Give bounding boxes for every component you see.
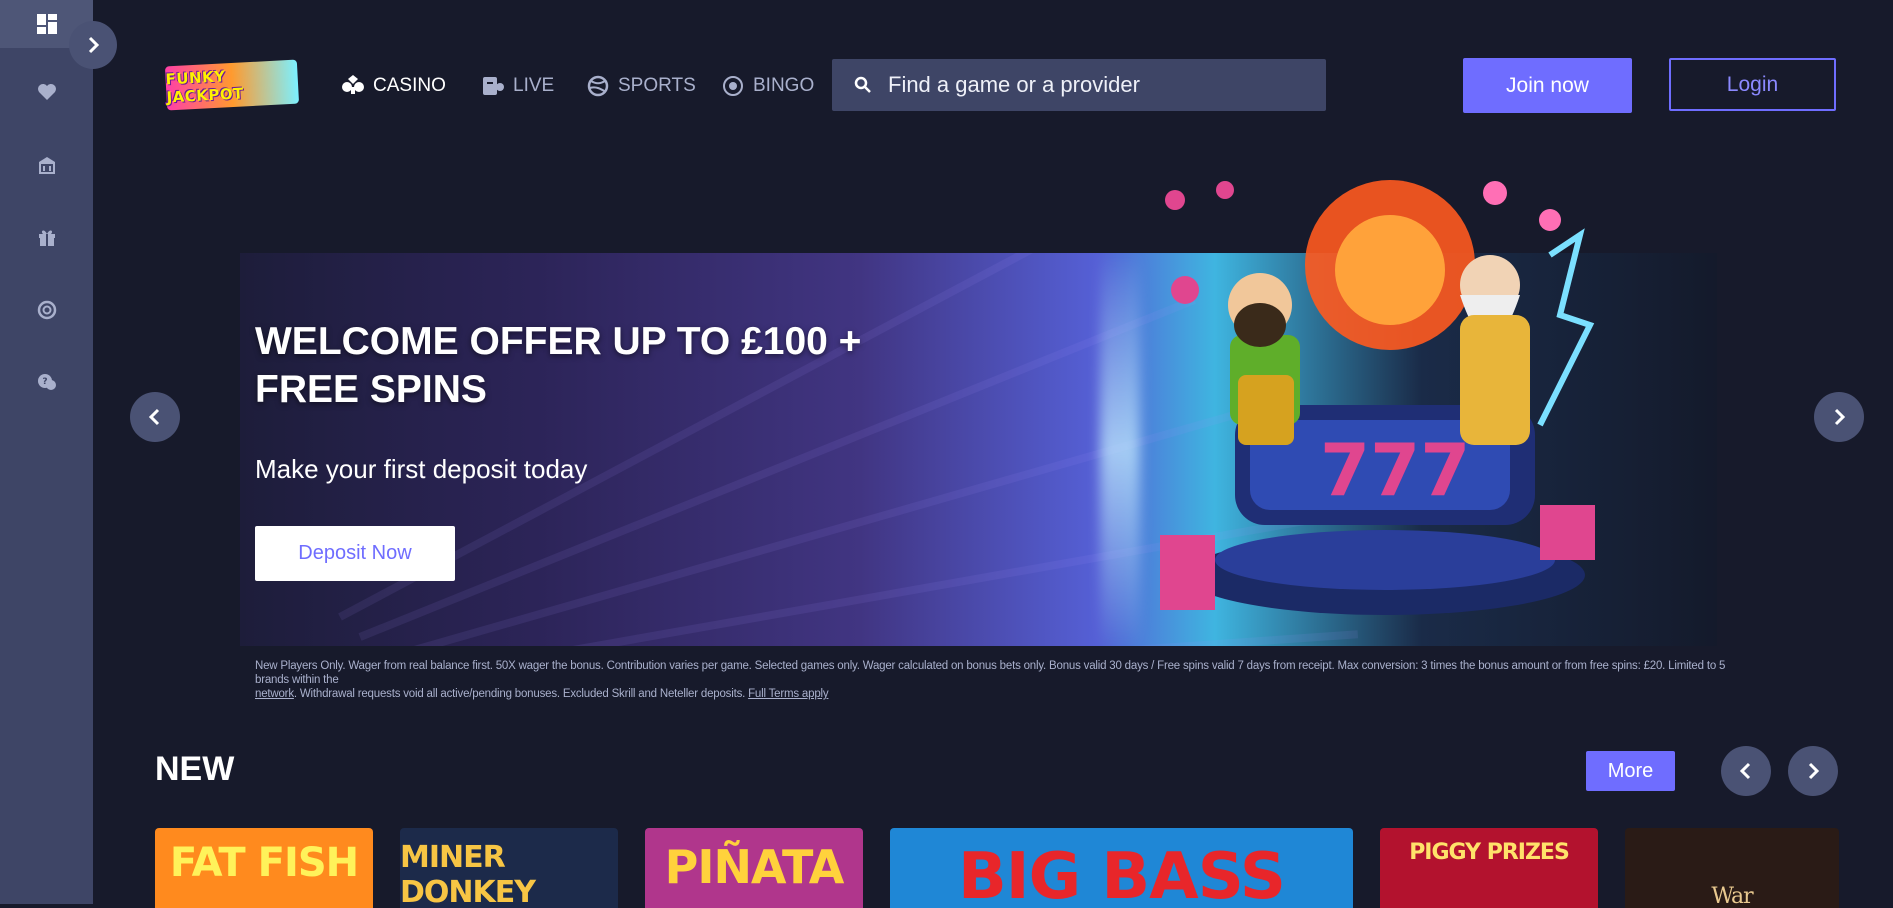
casino-building-icon xyxy=(38,157,55,174)
terms-text-part: . Withdrawal requests void all active/pe… xyxy=(293,688,746,700)
banner-next-button[interactable] xyxy=(1814,392,1864,442)
game-title: FAT FISH xyxy=(169,840,359,886)
sidebar-item-tournaments[interactable] xyxy=(0,286,93,334)
terms-text-part: New Players Only. Wager from real balanc… xyxy=(255,660,1726,686)
banner-title: WELCOME OFFER UP TO £100 + FREE SPINS xyxy=(255,320,862,411)
gift-icon xyxy=(38,230,55,246)
game-tile[interactable]: BIG BASS xyxy=(890,828,1353,908)
sidebar-item-casino[interactable] xyxy=(0,141,93,189)
hero-illustration: 777 xyxy=(1160,180,1595,615)
nav-live[interactable]: LIVE xyxy=(481,70,554,102)
logo-text: FUNKY JACKPOT xyxy=(165,67,245,107)
live-dealer-icon xyxy=(483,77,504,95)
nav-sports[interactable]: SPORTS xyxy=(586,70,696,102)
nav-label: BINGO xyxy=(753,75,815,96)
sidebar: ? xyxy=(0,0,93,904)
cards-icon xyxy=(342,75,364,94)
nav-label: LIVE xyxy=(513,75,555,96)
sidebar-item-support[interactable]: ? xyxy=(0,358,93,406)
search-input[interactable] xyxy=(886,71,1310,99)
game-tile[interactable]: War xyxy=(1625,828,1839,908)
game-title: MINER DONKEY xyxy=(400,840,536,908)
games-prev-button[interactable] xyxy=(1721,746,1771,796)
chevron-right-icon xyxy=(88,36,100,54)
terms-text: New Players Only. Wager from real balanc… xyxy=(255,659,1755,701)
section-title-new: NEW xyxy=(155,750,235,788)
banner-subtitle: Make your first deposit today xyxy=(255,454,588,484)
nav-bingo[interactable]: BINGO xyxy=(721,70,814,102)
game-tile[interactable]: PIGGY PRIZES xyxy=(1380,828,1598,908)
dashboard-icon xyxy=(36,14,57,34)
heart-icon xyxy=(37,84,56,100)
game-title: PIÑATA xyxy=(664,840,845,894)
svg-text:?: ? xyxy=(42,377,47,387)
network-link[interactable]: network xyxy=(255,688,294,700)
nav-label: SPORTS xyxy=(618,75,696,96)
game-title: PIGGY PRIZES xyxy=(1409,840,1570,865)
game-tile[interactable]: MINER DONKEY xyxy=(400,828,618,908)
svg-text:777: 777 xyxy=(1320,428,1470,512)
ball-icon xyxy=(587,75,609,97)
game-title: BIG BASS xyxy=(957,840,1286,908)
bingo-icon xyxy=(723,76,743,96)
sidebar-toggle-button[interactable] xyxy=(69,21,117,69)
target-icon xyxy=(37,300,56,320)
support-chat-icon: ? xyxy=(37,374,56,390)
game-tile[interactable]: FAT FISH xyxy=(155,828,373,908)
nav-casino[interactable]: CASINO xyxy=(341,70,446,102)
chevron-left-icon xyxy=(1739,762,1751,780)
chevron-right-icon xyxy=(1808,762,1820,780)
join-now-button[interactable]: Join now xyxy=(1463,58,1632,113)
game-title: War xyxy=(1711,884,1753,908)
chevron-right-icon xyxy=(1834,408,1846,426)
sidebar-item-favorites[interactable] xyxy=(0,68,93,116)
full-terms-link[interactable]: Full Terms apply xyxy=(748,688,829,700)
sidebar-item-promotions[interactable] xyxy=(0,213,93,261)
nav-label: CASINO xyxy=(373,75,446,96)
deposit-now-button[interactable]: Deposit Now xyxy=(255,526,455,581)
game-tile[interactable]: PIÑATA xyxy=(645,828,863,908)
logo[interactable]: FUNKY JACKPOT xyxy=(164,59,300,111)
login-button[interactable]: Login xyxy=(1669,58,1836,111)
chevron-left-icon xyxy=(148,408,160,426)
search-bar[interactable] xyxy=(832,59,1326,111)
search-icon xyxy=(854,76,871,93)
games-next-button[interactable] xyxy=(1788,746,1838,796)
banner-prev-button[interactable] xyxy=(130,392,180,442)
more-button[interactable]: More xyxy=(1586,751,1675,791)
